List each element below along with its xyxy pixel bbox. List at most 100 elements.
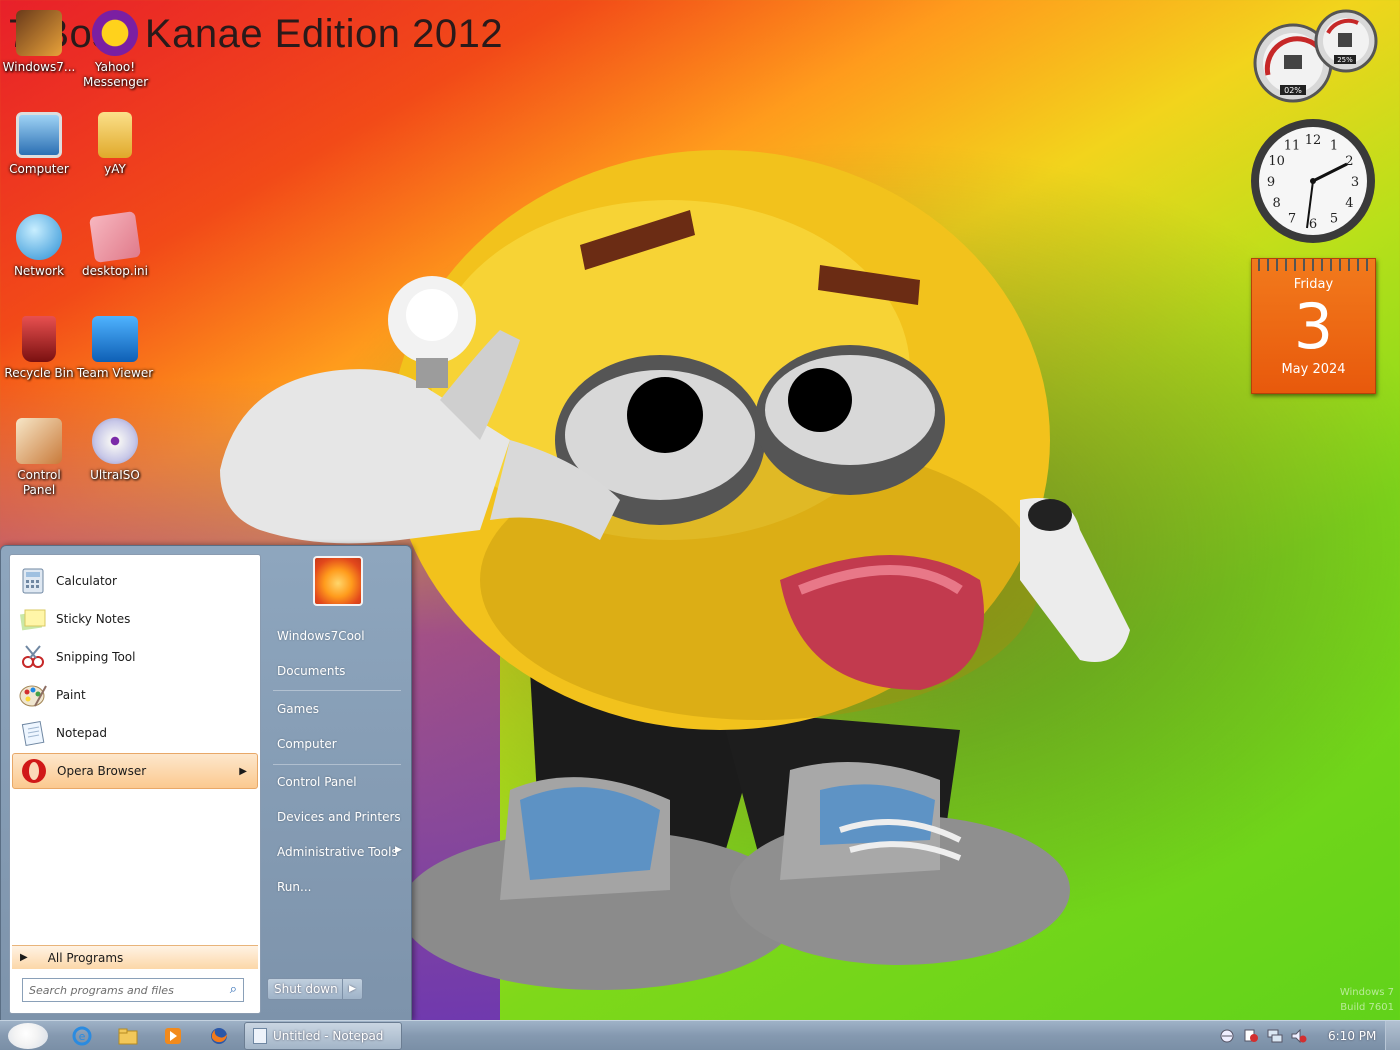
start-link-administrative-tools[interactable]: Administrative Tools ▶ [277, 845, 407, 859]
start-menu: Calculator Sticky Notes Snipping Tool Pa… [0, 545, 412, 1021]
clock-gadget[interactable]: 12 12 3 45678 9 1011 [1248, 116, 1378, 246]
desktop-icon-label: Team Viewer [76, 366, 154, 380]
cpu-meter-value: 02% [1284, 86, 1302, 95]
start-button[interactable] [8, 1023, 48, 1049]
clock-number: 5 [1330, 211, 1338, 226]
submenu-arrow-icon: ▶ [239, 765, 247, 777]
desktop-icon-ultraiso[interactable]: UltraISO [76, 418, 154, 483]
start-search-input[interactable]: Search programs and files ⌕ [22, 978, 244, 1002]
start-link-label: Administrative Tools [277, 845, 398, 859]
clock-number: 1 [1330, 139, 1338, 154]
start-link-user-folder[interactable]: Windows7Cool [277, 629, 365, 643]
teamviewer-icon [92, 316, 138, 362]
desktop-icon-windows7[interactable]: Windows7... [0, 10, 78, 75]
separator [273, 690, 401, 691]
start-link-control-panel[interactable]: Control Panel [277, 775, 357, 789]
start-menu-programs-pane: Calculator Sticky Notes Snipping Tool Pa… [9, 554, 261, 1014]
submenu-arrow-icon: ▶ [395, 845, 402, 855]
desktop-icon-network[interactable]: Network [0, 214, 78, 279]
desktop-icon-label: Network [13, 264, 65, 278]
windows7-shortcut-icon [16, 10, 62, 56]
notepad-icon [253, 1028, 267, 1044]
shutdown-options-arrow-icon[interactable]: ▶ [342, 979, 362, 999]
start-menu-places-pane: Windows7Cool Documents Games Computer Co… [263, 546, 411, 1022]
desktop-icon-yahoo-messenger[interactable]: Yahoo! Messenger [76, 10, 154, 90]
show-desktop-button[interactable] [1385, 1021, 1400, 1050]
firefox-icon[interactable] [209, 1026, 229, 1046]
memory-meter-value: 25% [1337, 56, 1353, 64]
search-placeholder: Search programs and files [29, 983, 174, 997]
desktop-icon-control-panel[interactable]: Control Panel [0, 418, 78, 498]
desktop-icon-label: Yahoo! Messenger [83, 60, 149, 89]
expand-arrow-icon: ▶ [20, 952, 28, 963]
start-item-label: Snipping Tool [56, 650, 136, 664]
network-icon [16, 214, 62, 260]
desktop-icon-label: Recycle Bin [4, 366, 74, 380]
explorer-folder-icon[interactable] [118, 1026, 138, 1046]
start-link-documents[interactable]: Documents [277, 664, 345, 678]
desktop-icon-label: UltraISO [90, 468, 140, 482]
taskbar-clock[interactable]: 6:10 PM [1328, 1029, 1376, 1043]
taskbar-button-label: Untitled - Notepad [273, 1029, 384, 1043]
desktop-icon-team-viewer[interactable]: Team Viewer [76, 316, 154, 381]
recycle-bin-icon [22, 316, 56, 362]
network-tray-icon[interactable] [1267, 1029, 1283, 1043]
clock-number: 12 [1305, 133, 1322, 148]
clock-number: 10 [1268, 154, 1285, 169]
start-item-label: Notepad [56, 726, 107, 740]
svg-text:e: e [79, 1030, 86, 1043]
clock-number: 11 [1284, 139, 1301, 154]
desktop-icon-desktop-ini[interactable]: desktop.ini [76, 211, 154, 279]
notepad-icon [18, 719, 48, 747]
calendar-gadget[interactable]: Friday 3 May 2024 [1251, 258, 1376, 394]
paint-icon [18, 681, 48, 709]
desktop-icon-label: Control Panel [17, 468, 61, 497]
ultraiso-icon [92, 418, 138, 464]
start-item-sticky-notes[interactable]: Sticky Notes [12, 601, 258, 637]
start-item-label: Paint [56, 688, 86, 702]
desktop-icon-label: yAY [104, 162, 126, 176]
desktop-icon-label: desktop.ini [82, 264, 148, 278]
taskbar: e Untitled - Notepad 6:10 PM [0, 1020, 1400, 1050]
sticky-notes-icon [18, 605, 48, 633]
taskbar-button-notepad[interactable]: Untitled - Notepad [244, 1022, 402, 1050]
calendar-binding [1258, 259, 1369, 271]
all-programs-label: All Programs [47, 950, 124, 965]
desktop-icon-computer[interactable]: Computer [0, 112, 78, 177]
snipping-tool-icon [18, 643, 48, 671]
desktop-icon-yay-folder[interactable]: yAY [76, 112, 154, 177]
desktop-icon-recycle-bin[interactable]: Recycle Bin [0, 316, 78, 381]
language-icon[interactable] [1219, 1029, 1235, 1043]
media-player-icon[interactable] [163, 1026, 183, 1046]
calendar-month-year: May 2024 [1281, 362, 1346, 377]
clock-number: 7 [1288, 211, 1296, 226]
start-link-games[interactable]: Games [277, 702, 319, 716]
start-link-computer[interactable]: Computer [277, 737, 337, 751]
clock-number: 9 [1267, 175, 1275, 190]
watermark-line: Build 7601 [1340, 1002, 1394, 1013]
start-item-opera-browser[interactable]: Opera Browser ▶ [12, 753, 258, 789]
volume-muted-icon[interactable] [1291, 1029, 1307, 1043]
calculator-icon [18, 567, 48, 595]
internet-explorer-icon[interactable]: e [72, 1026, 92, 1046]
start-item-paint[interactable]: Paint [12, 677, 258, 713]
start-link-run[interactable]: Run... [277, 880, 311, 894]
start-item-calculator[interactable]: Calculator [12, 563, 258, 599]
desktop-icon-label: Windows7... [2, 60, 76, 74]
user-picture[interactable] [313, 556, 363, 606]
clock-number: 2 [1345, 154, 1353, 169]
cpu-meter-gadget[interactable]: 02% 25% [1248, 5, 1378, 105]
watermark-line: Windows 7 [1339, 987, 1394, 998]
shutdown-button[interactable]: Shut down ▶ [267, 978, 363, 1000]
yahoo-messenger-icon [92, 10, 138, 56]
clock-number: 4 [1345, 196, 1353, 211]
action-center-icon[interactable] [1243, 1029, 1259, 1043]
start-item-notepad[interactable]: Notepad [12, 715, 258, 751]
desktop-icon-label: Computer [9, 162, 69, 176]
all-programs-button[interactable]: ▶ All Programs [12, 945, 258, 969]
clock-number: 8 [1272, 196, 1280, 211]
start-link-devices-and-printers[interactable]: Devices and Printers [277, 810, 401, 824]
start-item-snipping-tool[interactable]: Snipping Tool [12, 639, 258, 675]
ini-file-icon [89, 211, 141, 263]
control-panel-icon [16, 418, 62, 464]
